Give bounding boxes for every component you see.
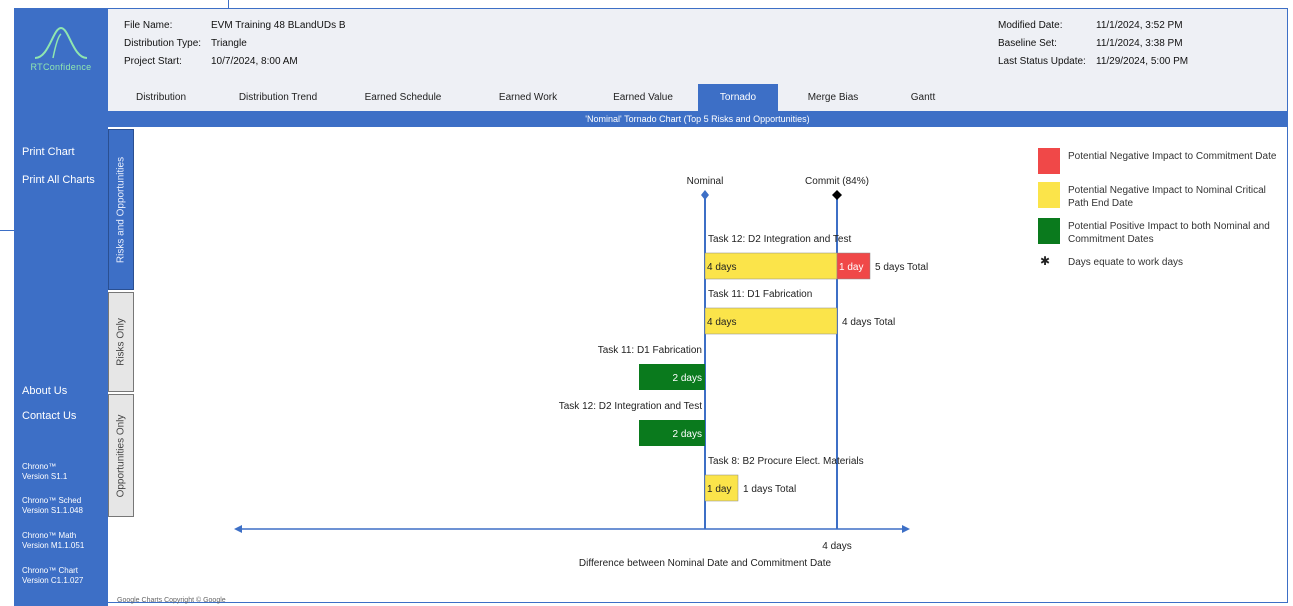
version-chrono-math: Chrono™ Math Version M1.1.051: [22, 531, 84, 551]
asterisk-icon: ✱: [1040, 254, 1051, 268]
axis-arrow-right: [902, 525, 910, 533]
version-number: Version S1.1.048: [22, 506, 83, 515]
project-start-value: 10/7/2024, 8:00 AM: [211, 56, 298, 67]
legend-text: Potential Negative Impact to Nominal Cri…: [1068, 185, 1266, 209]
tab-distribution-trend[interactable]: Distribution Trend: [218, 84, 338, 111]
bar-task-label: Task 12: D2 Integration and Test: [708, 234, 851, 245]
bar-total-label: 5 days Total: [875, 262, 928, 273]
tab-distribution[interactable]: Distribution: [116, 84, 206, 111]
version-name: Chrono™ Sched: [22, 496, 82, 505]
tab-gantt[interactable]: Gantt: [888, 84, 958, 111]
logo-text: RTConfidence: [30, 62, 92, 72]
file-name-label: File Name:: [124, 20, 173, 31]
bar-segment-label: 4 days: [707, 262, 736, 273]
file-info-header: File Name: EVM Training 48 BLandUDs B Di…: [108, 9, 1287, 84]
version-chrono: Chrono™ Version S1.1: [22, 462, 67, 482]
bar-segment-label: 2 days: [673, 373, 702, 384]
bar-segment-label: 1 day: [707, 484, 731, 495]
version-chrono-sched: Chrono™ Sched Version S1.1.048: [22, 496, 83, 516]
tab-tornado[interactable]: Tornado: [698, 84, 778, 111]
sidebar: RTConfidence Print Chart Print All Chart…: [14, 8, 108, 606]
about-us-link[interactable]: About Us: [22, 385, 67, 397]
tab-label: Opportunities Only: [115, 414, 127, 497]
version-name: Chrono™ Chart: [22, 566, 79, 575]
nominal-diamond-icon: [701, 190, 709, 200]
tab-label: Risks Only: [115, 318, 127, 366]
chart-title: 'Nominal' Tornado Chart (Top 5 Risks and…: [108, 111, 1287, 127]
frame-marker-left: [0, 230, 14, 231]
bar-task-label: Task 11: D1 Fabrication: [598, 345, 702, 356]
legend-text: Potential Positive Impact to both Nomina…: [1068, 221, 1270, 245]
tab-risks-and-opportunities[interactable]: Risks and Opportunities: [108, 129, 134, 290]
bar-segment-label: 2 days: [673, 429, 702, 440]
commit-label: Commit (84%): [805, 176, 869, 187]
last-status-label: Last Status Update:: [998, 56, 1086, 67]
chart-tabs: Distribution Distribution Trend Earned S…: [108, 84, 1287, 111]
legend-swatch-red: [1038, 148, 1060, 174]
print-all-charts-link[interactable]: Print All Charts: [22, 174, 95, 186]
version-number: Version M1.1.051: [22, 541, 85, 550]
tab-risks-only[interactable]: Risks Only: [108, 292, 134, 392]
file-name-value: EVM Training 48 BLandUDs B: [211, 20, 346, 31]
project-start-label: Project Start:: [124, 56, 182, 67]
nominal-label: Nominal: [687, 176, 724, 187]
tab-earned-schedule[interactable]: Earned Schedule: [348, 84, 458, 111]
modified-date-value: 11/1/2024, 3:52 PM: [1096, 20, 1183, 31]
axis-arrow-left: [234, 525, 242, 533]
tornado-chart-svg: Nominal Commit (84%) Task 12: D2 Integrati…: [234, 176, 928, 569]
version-name: Chrono™: [22, 462, 57, 471]
tab-earned-value[interactable]: Earned Value: [588, 84, 698, 111]
x-axis-title: Difference between Nominal Date and Comm…: [579, 558, 832, 569]
bar-total-label: 1 days Total: [743, 484, 796, 495]
tab-merge-bias[interactable]: Merge Bias: [788, 84, 878, 111]
logo: RTConfidence: [14, 8, 108, 88]
contact-us-link[interactable]: Contact Us: [22, 410, 76, 422]
frame-right-line: [1287, 8, 1288, 603]
bar-segment-label: 1 day: [839, 262, 863, 273]
modified-date-label: Modified Date:: [998, 20, 1063, 31]
version-chrono-chart: Chrono™ Chart Version C1.1.027: [22, 566, 83, 586]
commit-diamond-icon: [832, 190, 842, 200]
bar-task-label: Task 8: B2 Procure Elect. Materials: [708, 456, 864, 467]
bar-task-label: Task 11: D1 Fabrication: [708, 289, 812, 300]
legend-text: Potential Negative Impact to Commitment …: [1068, 151, 1277, 162]
version-name: Chrono™ Math: [22, 531, 77, 540]
version-number: Version C1.1.027: [22, 576, 84, 585]
frame-bottom-line: [108, 602, 1288, 603]
tab-opportunities-only[interactable]: Opportunities Only: [108, 394, 134, 517]
version-number: Version S1.1: [22, 472, 68, 481]
tab-label: Risks and Opportunities: [115, 156, 127, 263]
frame-marker: [228, 0, 229, 9]
baseline-set-value: 11/1/2024, 3:38 PM: [1096, 38, 1183, 49]
axis-tick-label: 4 days: [822, 541, 851, 552]
distribution-type-value: Triangle: [211, 38, 247, 49]
legend-swatch-green: [1038, 218, 1060, 244]
distribution-type-label: Distribution Type:: [124, 38, 202, 49]
legend-text: Days equate to work days: [1068, 257, 1184, 268]
footer-copyright: Google Charts Copyright © Google: [117, 597, 226, 604]
tab-earned-work[interactable]: Earned Work: [473, 84, 583, 111]
bar-segment-label: 4 days: [707, 317, 736, 328]
baseline-set-label: Baseline Set:: [998, 38, 1057, 49]
bar-total-label: 4 days Total: [842, 317, 895, 328]
bar-task-label: Task 12: D2 Integration and Test: [559, 401, 702, 412]
last-status-value: 11/29/2024, 5:00 PM: [1096, 56, 1189, 67]
legend-swatch-yellow: [1038, 182, 1060, 208]
print-chart-link[interactable]: Print Chart: [22, 146, 75, 158]
logo-curve-icon: [34, 26, 88, 59]
